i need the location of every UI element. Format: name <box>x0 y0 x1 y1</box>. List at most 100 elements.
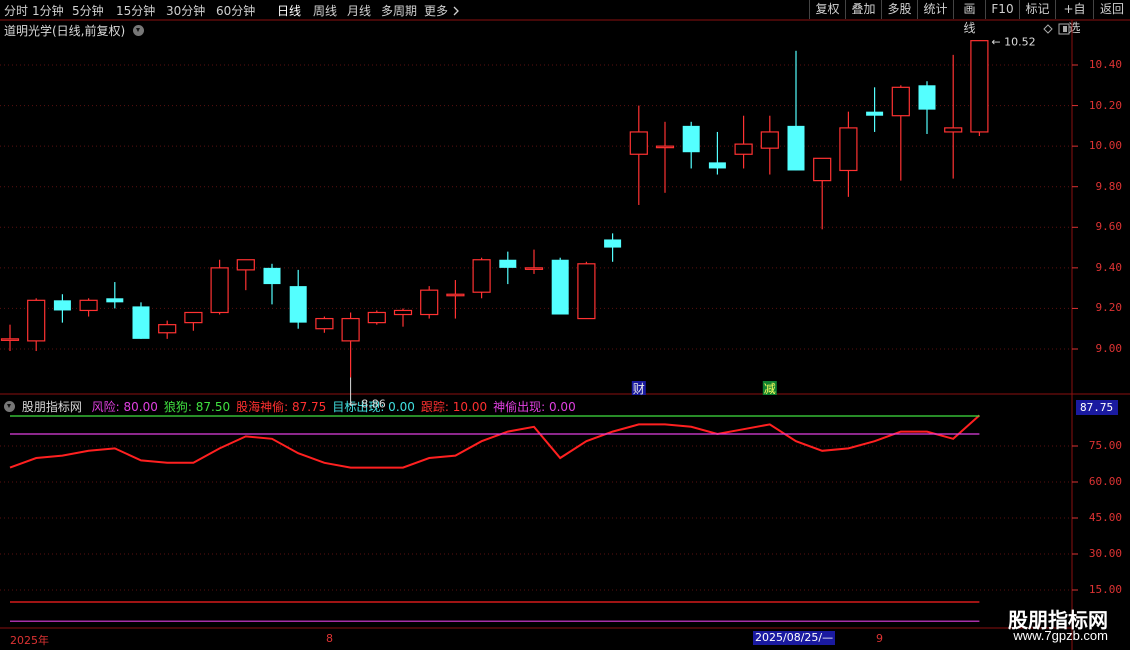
period-tab-month[interactable]: 月线 <box>347 2 371 19</box>
candle <box>708 131 726 175</box>
f10-button[interactable]: F10 <box>985 0 1019 19</box>
candle <box>524 249 544 274</box>
candle-body <box>734 143 753 155</box>
mark-button[interactable]: 标记 <box>1019 0 1055 19</box>
period-tab-week[interactable]: 周线 <box>313 2 337 19</box>
period-tab-5min[interactable]: 5分钟 <box>72 2 104 19</box>
chart-canvas: ← 10.52← 8.86财减 <box>0 19 1130 650</box>
candle-body <box>839 127 858 172</box>
stock-name-label: 道明光学(日线,前复权) <box>4 24 126 38</box>
candle-body <box>79 299 98 312</box>
indicator-tick-label: 15.00 <box>1088 583 1122 596</box>
cursor-date-box: 2025/08/25/— <box>753 631 835 645</box>
candle-body <box>944 127 963 133</box>
candle <box>682 121 700 169</box>
candle <box>734 115 753 169</box>
indicator-tick-label: 45.00 <box>1088 511 1122 524</box>
legend-item: 风险: 80.00 <box>91 400 158 414</box>
candle-body <box>682 125 700 153</box>
candle-body <box>970 40 989 133</box>
statistics-button[interactable]: 统计 <box>917 0 953 19</box>
price-tick-label: 9.40 <box>1095 260 1123 274</box>
period-tab-1min[interactable]: 1分钟 <box>32 2 64 19</box>
candle-body <box>604 239 622 248</box>
period-tab-day[interactable]: 日线 <box>277 2 301 19</box>
price-tick-label: 10.00 <box>1088 139 1122 153</box>
period-tab-more[interactable]: 更多 <box>424 2 460 19</box>
candle-body <box>918 85 936 110</box>
price-tick-label: 9.60 <box>1095 220 1123 234</box>
candle-body <box>551 259 569 315</box>
diamond-icon[interactable] <box>1043 24 1053 34</box>
legend-item: 狼狗: 87.50 <box>163 400 231 414</box>
event-mark: 财 <box>633 382 645 396</box>
chevron-right-icon <box>453 6 459 16</box>
candle-body <box>891 86 910 117</box>
period-tab-60min[interactable]: 60分钟 <box>216 2 255 19</box>
candle <box>132 302 150 339</box>
candle-body <box>420 289 439 316</box>
candle <box>866 87 884 132</box>
chevron-down-icon[interactable] <box>4 401 15 412</box>
candle <box>760 115 779 175</box>
event-mark-bg <box>762 381 777 395</box>
candle <box>813 157 832 230</box>
period-tab-30min[interactable]: 30分钟 <box>166 2 205 19</box>
candle <box>446 280 465 319</box>
indicator-tick-label: 30.00 <box>1088 547 1122 560</box>
overlay-button[interactable]: 叠加 <box>845 0 881 19</box>
legend-items: 风险: 80.00 狼狗: 87.50 股海神偷: 87.75 目标出现: 0.00 跟… <box>86 400 576 414</box>
price-tick-label: 10.40 <box>1088 58 1122 71</box>
candle <box>0 324 20 352</box>
candle <box>158 320 177 339</box>
period-tab-15min[interactable]: 15分钟 <box>116 2 155 19</box>
candle <box>629 105 648 205</box>
candle-body <box>315 317 334 330</box>
candle <box>315 316 334 333</box>
add-watchlist-button[interactable]: +自选 <box>1055 0 1093 35</box>
watermark-url: www.7gpzb.com <box>1013 628 1108 643</box>
candle-body <box>236 259 255 271</box>
top-toolbar: 分时 1分钟 5分钟 15分钟 30分钟 60分钟 日线 周线 月线 多周期 更… <box>0 0 1130 35</box>
time-label-aug: 8 <box>326 632 333 645</box>
multi-stock-button[interactable]: 多股 <box>881 0 917 19</box>
candle-body <box>210 267 229 314</box>
legend-item: 神偷出现: 0.00 <box>493 400 576 414</box>
candle <box>970 40 989 136</box>
indicator-tick-label: 60.00 <box>1088 475 1122 488</box>
candle <box>341 312 360 378</box>
period-tab-minute[interactable]: 分时 <box>4 2 28 19</box>
candle <box>367 310 386 325</box>
candle-body <box>367 311 386 324</box>
candle <box>655 121 675 193</box>
candle <box>210 259 229 315</box>
restore-rights-button[interactable]: 复权 <box>809 0 845 19</box>
candle-body <box>524 267 544 270</box>
indicator-line <box>9 414 981 469</box>
restore-window-icon[interactable] <box>1058 23 1070 35</box>
period-tab-multi[interactable]: 多周期 <box>381 2 417 19</box>
price-tick-label: 9.80 <box>1095 179 1123 193</box>
candle-body <box>0 338 20 341</box>
candle-body <box>577 263 596 320</box>
candle <box>577 261 596 320</box>
candle <box>551 257 569 315</box>
candle <box>106 282 124 309</box>
candle <box>184 311 203 331</box>
time-label-sep: 9 <box>876 632 883 645</box>
candle <box>918 81 936 134</box>
legend-item: 目标出现: 0.00 <box>332 400 415 414</box>
candle <box>472 257 491 299</box>
draw-line-button[interactable]: 画线 <box>953 0 985 35</box>
time-label-year: 2025年 <box>10 634 49 647</box>
chevron-down-icon[interactable] <box>133 25 145 36</box>
candle <box>891 85 910 181</box>
candle-body <box>289 286 307 323</box>
legend-item: 股海神偷: 87.75 <box>236 400 327 414</box>
back-button[interactable]: 返回 <box>1093 0 1130 19</box>
candle <box>420 286 439 319</box>
candle-body <box>184 311 203 324</box>
current-value-box: 87.75 <box>1076 400 1118 415</box>
candle <box>499 251 517 285</box>
candle-body <box>393 309 413 316</box>
